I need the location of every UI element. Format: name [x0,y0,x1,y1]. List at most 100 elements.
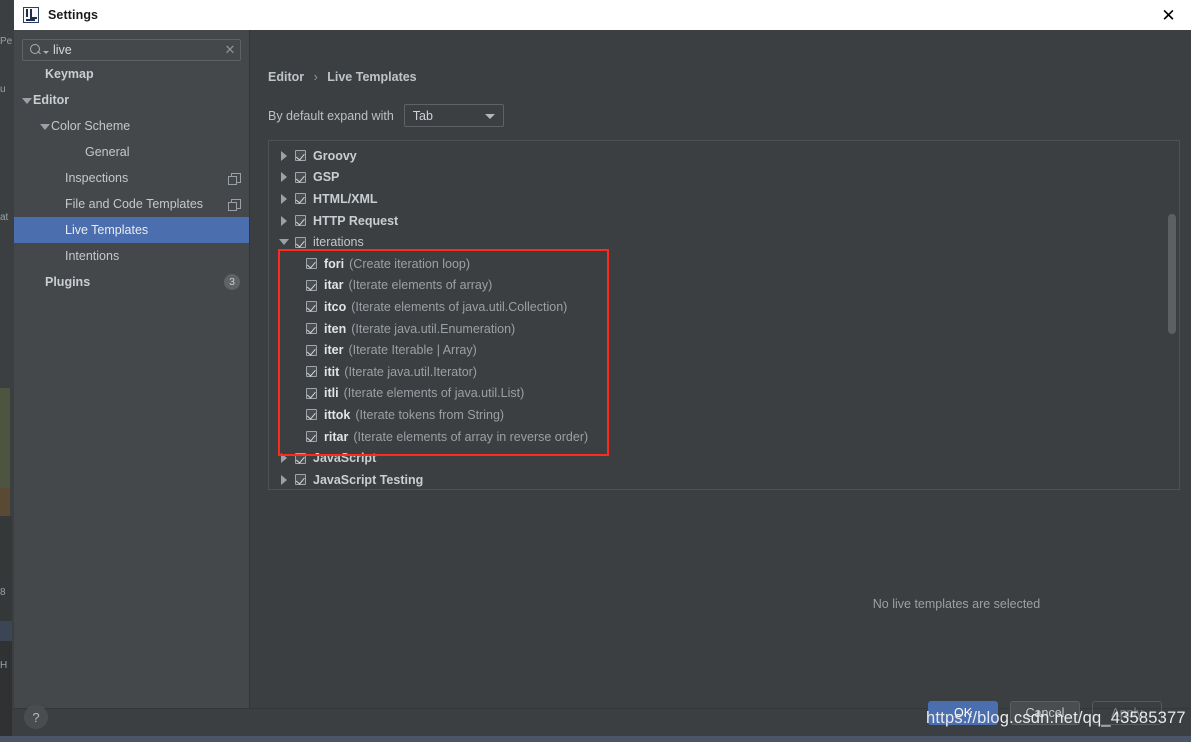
template-group-checkbox[interactable] [295,452,306,464]
template-description: (Iterate Iterable | Array) [348,343,477,358]
template-item-checkbox[interactable] [306,366,317,378]
template-item-row[interactable]: fori (Create iteration loop) [269,253,1179,275]
template-item-checkbox[interactable] [306,258,317,270]
chevron-right-icon[interactable] [278,473,292,487]
template-item-checkbox[interactable] [306,279,317,291]
sidebar-item-label: Color Scheme [51,119,131,133]
template-abbreviation: itco [324,299,347,314]
breadcrumb-parent[interactable]: Editor [268,70,304,84]
template-group-row[interactable]: Groovy [269,145,1179,167]
template-group-checkbox[interactable] [295,193,306,205]
help-button[interactable]: ? [24,705,48,729]
copy-settings-icon[interactable] [228,173,241,185]
template-group-checkbox[interactable] [295,236,306,248]
template-group-label: Groovy [313,148,357,163]
search-field[interactable]: ✕ [22,39,241,61]
search-input[interactable] [49,43,220,57]
template-abbreviation: ritar [324,429,349,444]
template-group-row[interactable]: HTTP Request [269,210,1179,232]
templates-scrollbar-thumb[interactable] [1168,214,1176,334]
template-description: (Iterate tokens from String) [355,407,505,422]
chevron-down-icon[interactable] [22,95,33,106]
chevron-right-icon[interactable] [278,149,292,163]
template-abbreviation: ittok [324,407,351,422]
template-group-checkbox[interactable] [295,150,306,162]
template-item-checkbox[interactable] [306,431,317,443]
template-item-checkbox[interactable] [306,323,317,335]
template-group-checkbox[interactable] [295,474,306,486]
remove-template-button[interactable] [1186,170,1191,200]
template-abbreviation: fori [324,256,345,271]
chevron-right-icon[interactable] [278,451,292,465]
template-item-checkbox[interactable] [306,409,317,421]
template-description: (Create iteration loop) [349,256,471,271]
template-item-row[interactable]: ritar (Iterate elements of array in rever… [269,426,1179,448]
duplicate-template-button[interactable] [1186,200,1191,230]
template-group-row[interactable]: JavaScript Testing [269,469,1179,489]
template-item-checkbox[interactable] [306,387,317,399]
template-description: (Iterate java.util.Enumeration) [351,321,516,336]
template-group-row[interactable]: GSP [269,167,1179,189]
sidebar-item-inspections[interactable]: Inspections [14,165,249,191]
template-description: (Iterate elements of array) [348,278,493,293]
close-icon[interactable]: ✕ [1146,0,1191,30]
template-group-row[interactable]: JavaScript [269,447,1179,469]
breadcrumb-separator: › [313,70,318,84]
template-item-row[interactable]: itar (Iterate elements of array) [269,275,1179,297]
clear-search-icon[interactable]: ✕ [220,42,240,58]
template-group-checkbox[interactable] [295,215,306,227]
template-item-row[interactable]: iten (Iterate java.util.Enumeration) [269,318,1179,340]
chevron-right-icon[interactable] [278,192,292,206]
templates-tree: Groovy GSP HTML/XML HTTP Request iterations f… [269,141,1179,489]
chevron-down-icon[interactable] [278,235,292,249]
expand-with-row: By default expand with Tab [268,104,504,127]
sidebar-item-plugins[interactable]: Plugins 3 [14,269,249,295]
template-item-row[interactable]: iter (Iterate Iterable | Array) [269,339,1179,361]
chevron-down-icon[interactable] [40,121,51,132]
expand-with-select[interactable]: Tab [403,104,504,127]
empty-detail-message: No live templates are selected [872,597,1041,611]
sidebar-item-editor[interactable]: Editor [14,87,249,113]
search-icon [29,43,43,57]
sidebar-item-general[interactable]: General [14,139,249,165]
reset-template-button[interactable] [1186,230,1191,260]
sidebar-item-label: General [85,145,130,159]
title-bar: Settings ✕ [14,0,1191,30]
template-item-checkbox[interactable] [306,344,317,356]
settings-dialog: Settings ✕ ✕ Keymap Editor Color Scheme Gen… [14,0,1191,742]
breadcrumb-current: Live Templates [327,70,417,84]
background-fragment-lower [0,641,12,742]
template-item-row[interactable]: itit (Iterate java.util.Iterator) [269,361,1179,383]
add-template-button[interactable] [1186,140,1191,170]
templates-scrollbar-track[interactable] [1167,142,1178,489]
template-item-row[interactable]: itli (Iterate elements of java.util.List) [269,383,1179,405]
window-title: Settings [48,8,99,22]
sidebar-item-keymap[interactable]: Keymap [14,61,249,87]
sidebar-item-live-templates[interactable]: Live Templates [14,217,249,243]
copy-settings-icon[interactable] [228,199,241,211]
template-group-row[interactable]: HTML/XML [269,188,1179,210]
template-item-checkbox[interactable] [306,301,317,313]
template-abbreviation: itar [324,278,344,293]
template-group-checkbox[interactable] [295,171,306,183]
sidebar-item-intentions[interactable]: Intentions [14,243,249,269]
template-group-label: GSP [313,170,340,185]
chevron-right-icon[interactable] [278,170,292,184]
template-group-row[interactable]: iterations [269,231,1179,253]
templates-tree-panel[interactable]: Groovy GSP HTML/XML HTTP Request iterations f… [268,140,1180,490]
search-row: ✕ [14,30,249,61]
sidebar-item-file-and-code-templates[interactable]: File and Code Templates [14,191,249,217]
sidebar-item-color-scheme[interactable]: Color Scheme [14,113,249,139]
template-item-row[interactable]: itco (Iterate elements of java.util.Colle… [269,296,1179,318]
chevron-right-icon[interactable] [278,214,292,228]
dialog-body: ✕ Keymap Editor Color Scheme General Inspect… [14,30,1191,742]
breadcrumb: Editor › Live Templates [268,70,417,84]
template-item-row[interactable]: ittok (Iterate tokens from String) [269,404,1179,426]
sidebar-item-label: Plugins [45,275,91,289]
template-description: (Iterate elements of java.util.Collectio… [351,299,568,314]
templates-toolbar [1186,140,1191,260]
